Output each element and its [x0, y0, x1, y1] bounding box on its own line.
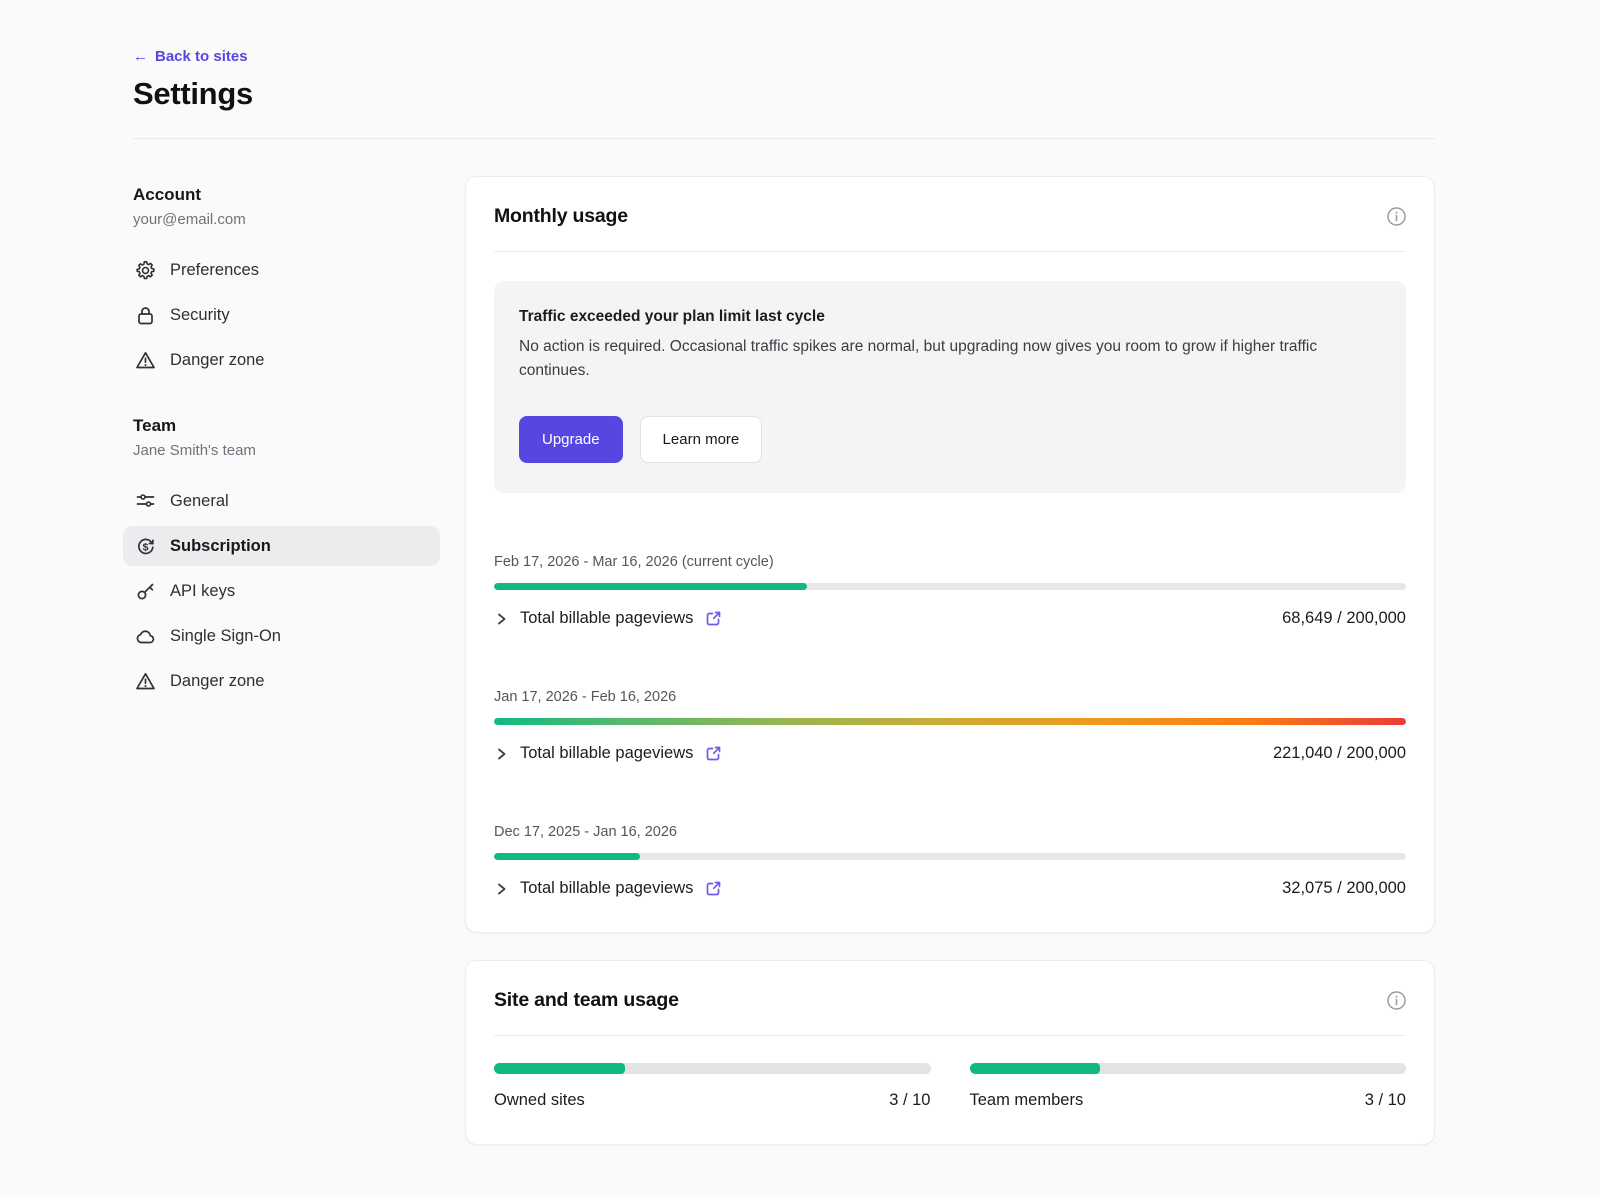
usage-value: 68,649 / 200,000	[1282, 609, 1406, 628]
external-link-icon[interactable]	[705, 745, 722, 762]
owned-sites-count: 3 / 10	[889, 1091, 930, 1110]
billable-pageviews-expander[interactable]: Total billable pageviews	[494, 744, 722, 763]
header-divider	[133, 138, 1435, 139]
usage-value: 32,075 / 200,000	[1282, 879, 1406, 898]
sidebar-item-label: Subscription	[170, 537, 271, 556]
sidebar-item-label: Preferences	[170, 261, 259, 280]
metric-label: Total billable pageviews	[520, 744, 693, 763]
card-divider	[494, 251, 1406, 252]
usage-cycle-current: Feb 17, 2026 - Mar 16, 2026 (current cyc…	[494, 554, 1406, 628]
billable-pageviews-expander[interactable]: Total billable pageviews	[494, 609, 722, 628]
info-icon[interactable]	[1387, 207, 1406, 226]
warning-icon	[135, 671, 156, 692]
sidebar-item-label: API keys	[170, 582, 235, 601]
billable-pageviews-expander[interactable]: Total billable pageviews	[494, 879, 722, 898]
sidebar-item-danger-zone-account[interactable]: Danger zone	[123, 340, 440, 380]
sliders-icon	[135, 491, 156, 512]
sidebar-item-security[interactable]: Security	[123, 295, 440, 335]
usage-progress-track	[494, 583, 1406, 590]
key-icon	[135, 581, 156, 602]
back-to-sites-link[interactable]: ← Back to sites	[133, 48, 248, 65]
settings-sidebar: Account your@email.com Preferences Secur…	[133, 176, 465, 706]
sidebar-item-label: Danger zone	[170, 351, 264, 370]
sidebar-item-danger-zone-team[interactable]: Danger zone	[123, 661, 440, 701]
cloud-icon	[135, 626, 156, 647]
external-link-icon[interactable]	[705, 610, 722, 627]
team-members-track	[970, 1063, 1407, 1074]
team-members-meter: Team members 3 / 10	[970, 1063, 1407, 1110]
usage-progress-fill	[494, 853, 640, 860]
chevron-right-icon	[494, 746, 510, 762]
sidebar-item-general[interactable]: General	[123, 481, 440, 521]
sidebar-item-single-sign-on[interactable]: Single Sign-On	[123, 616, 440, 656]
owned-sites-fill	[494, 1063, 625, 1074]
usage-value: 221,040 / 200,000	[1273, 744, 1406, 763]
lock-icon	[135, 305, 156, 326]
team-members-count: 3 / 10	[1365, 1091, 1406, 1110]
usage-cycle-previous: Jan 17, 2026 - Feb 16, 2026 Total billab…	[494, 689, 1406, 763]
warning-icon	[135, 350, 156, 371]
back-link-label: Back to sites	[155, 48, 248, 65]
notice-title: Traffic exceeded your plan limit last cy…	[519, 308, 1381, 326]
sidebar-item-label: Danger zone	[170, 672, 264, 691]
metric-label: Total billable pageviews	[520, 609, 693, 628]
main-panel: Monthly usage Traffic exceeded your plan…	[465, 176, 1435, 1145]
team-nav: General Subscription API keys Single Sig…	[123, 481, 440, 701]
cycle-period: Feb 17, 2026 - Mar 16, 2026 (current cyc…	[494, 554, 1406, 570]
owned-sites-track	[494, 1063, 931, 1074]
sidebar-item-label: Security	[170, 306, 230, 325]
dollar-cycle-icon	[135, 536, 156, 557]
site-team-usage-card: Site and team usage Owned sites 3 / 10	[465, 960, 1435, 1145]
cycle-period: Jan 17, 2026 - Feb 16, 2026	[494, 689, 1406, 705]
sidebar-item-preferences[interactable]: Preferences	[123, 250, 440, 290]
traffic-exceeded-notice: Traffic exceeded your plan limit last cy…	[494, 281, 1406, 493]
sidebar-item-api-keys[interactable]: API keys	[123, 571, 440, 611]
team-section: Team Jane Smith's team General Subscript…	[133, 416, 465, 701]
chevron-right-icon	[494, 881, 510, 897]
sidebar-item-label: General	[170, 492, 229, 511]
cycle-period: Dec 17, 2025 - Jan 16, 2026	[494, 824, 1406, 840]
metric-label: Total billable pageviews	[520, 879, 693, 898]
upgrade-button[interactable]: Upgrade	[519, 416, 623, 463]
owned-sites-meter: Owned sites 3 / 10	[494, 1063, 931, 1110]
usage-cycle-older: Dec 17, 2025 - Jan 16, 2026 Total billab…	[494, 824, 1406, 898]
settings-page: ← Back to sites Settings Account your@em…	[133, 0, 1435, 1197]
account-email: your@email.com	[133, 211, 465, 228]
arrow-left-icon: ←	[133, 48, 148, 65]
usage-progress-fill	[494, 583, 807, 590]
account-section: Account your@email.com Preferences Secur…	[133, 185, 465, 380]
team-name: Jane Smith's team	[133, 442, 465, 459]
usage-progress-track	[494, 718, 1406, 725]
team-heading: Team	[133, 416, 465, 436]
usage-progress-fill	[494, 718, 1406, 725]
info-icon[interactable]	[1387, 991, 1406, 1010]
notice-body: No action is required. Occasional traffi…	[519, 335, 1381, 383]
team-members-fill	[970, 1063, 1101, 1074]
usage-progress-track	[494, 853, 1406, 860]
account-heading: Account	[133, 185, 465, 205]
learn-more-button[interactable]: Learn more	[640, 416, 763, 463]
site-team-usage-title: Site and team usage	[494, 989, 679, 1012]
card-divider	[494, 1035, 1406, 1036]
page-title: Settings	[133, 76, 1435, 112]
monthly-usage-card: Monthly usage Traffic exceeded your plan…	[465, 176, 1435, 933]
team-members-label: Team members	[970, 1091, 1084, 1110]
owned-sites-label: Owned sites	[494, 1091, 585, 1110]
chevron-right-icon	[494, 611, 510, 627]
external-link-icon[interactable]	[705, 880, 722, 897]
monthly-usage-title: Monthly usage	[494, 205, 628, 228]
sidebar-item-label: Single Sign-On	[170, 627, 281, 646]
account-nav: Preferences Security Danger zone	[123, 250, 440, 380]
sidebar-item-subscription[interactable]: Subscription	[123, 526, 440, 566]
gear-icon	[135, 260, 156, 281]
